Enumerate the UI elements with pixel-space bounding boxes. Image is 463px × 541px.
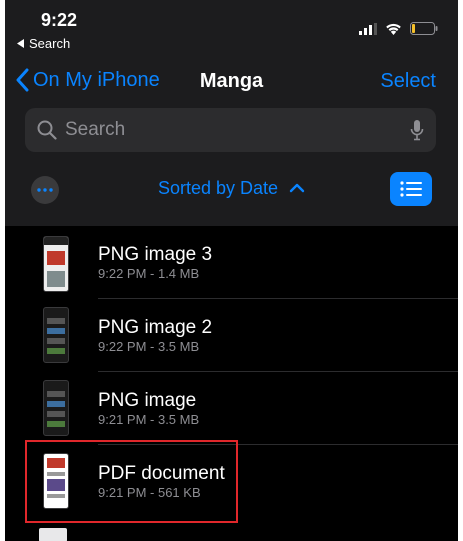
search-icon [37, 120, 57, 140]
file-thumbnail [43, 380, 69, 436]
file-row-png-image-2[interactable]: PNG image 2 9:22 PM - 3.5 MB [5, 299, 458, 371]
status-icons [359, 22, 438, 35]
select-button[interactable]: Select [380, 70, 436, 93]
list-icon [400, 181, 422, 197]
chevron-left-icon [16, 68, 29, 92]
battery-icon [410, 22, 438, 35]
file-thumbnail [43, 453, 69, 509]
nav-back-label: On My iPhone [33, 68, 160, 91]
sort-label: Sorted by Date [157, 178, 279, 198]
file-meta: 9:21 PM - 561 KB [98, 485, 201, 500]
list-view-button[interactable] [390, 172, 432, 206]
file-thumbnail-partial [39, 528, 67, 541]
signal-icon [359, 22, 377, 35]
microphone-icon[interactable] [410, 119, 424, 141]
file-row-pdf-document[interactable]: PDF document 9:21 PM - 561 KB [5, 445, 458, 517]
triangle-left-icon [17, 39, 24, 48]
back-to-on-my-iphone-button[interactable]: On My iPhone [15, 68, 160, 92]
file-thumbnail [43, 307, 69, 363]
status-back-label: Search [29, 36, 71, 51]
files-app-screen: 9:22 Search On My iPhone Manga Select Se… [5, 0, 458, 541]
file-meta: 9:22 PM - 3.5 MB [98, 339, 200, 354]
search-input[interactable]: Search [25, 108, 436, 152]
file-name: PDF document [98, 463, 225, 484]
search-placeholder: Search [65, 119, 126, 140]
file-name: PNG image 2 [98, 317, 213, 338]
page-title: Manga [199, 70, 264, 92]
file-row-png-image-3[interactable]: PNG image 3 9:22 PM - 1.4 MB [5, 226, 458, 298]
status-back-to-search[interactable]: Search [17, 36, 70, 51]
more-options-button[interactable] [31, 176, 59, 204]
file-name: PNG image [98, 390, 197, 411]
status-time: 9:22 [41, 10, 78, 30]
chevron-up-icon [289, 183, 305, 193]
sort-by-date-button[interactable]: Sorted by Date [158, 178, 305, 198]
file-meta: 9:22 PM - 1.4 MB [98, 266, 200, 281]
file-name: PNG image 3 [98, 244, 213, 265]
file-thumbnail [43, 236, 69, 292]
ellipsis-icon [37, 188, 53, 192]
file-meta: 9:21 PM - 3.5 MB [98, 412, 200, 427]
wifi-icon [386, 23, 401, 35]
file-row-png-image[interactable]: PNG image 9:21 PM - 3.5 MB [5, 372, 458, 444]
